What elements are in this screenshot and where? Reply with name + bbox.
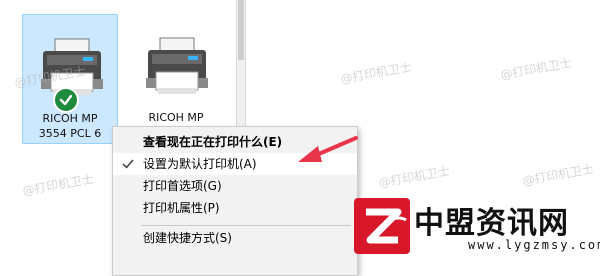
brand-footer: 中盟资讯网 www.lygzmsy.com (352, 196, 600, 260)
printer-icon (146, 37, 208, 94)
printer-name-line1: RICOH MP (42, 112, 98, 125)
printer-name-line1: RICOH MP (148, 111, 204, 124)
menu-item-printer-properties[interactable]: 打印机属性(P) (113, 197, 357, 219)
brand-title: 中盟资讯网 (414, 206, 569, 241)
brand-logo-icon (354, 198, 410, 254)
default-printer-badge (53, 87, 79, 113)
arrow-icon (298, 136, 358, 162)
check-icon (122, 159, 134, 169)
menu-item-printing-preferences[interactable]: 打印首选项(G) (113, 175, 357, 197)
watermark: @打印机卫士 (377, 163, 451, 191)
watermark: @打印机卫士 (521, 161, 595, 189)
watermark: @打印机卫士 (499, 55, 573, 83)
printer-device-ricoh-2[interactable]: RICOH MP (128, 14, 224, 144)
printer-name-line2: 3554 PCL 6 (38, 127, 102, 140)
menu-item-create-shortcut[interactable]: 创建快捷方式(S) (113, 227, 357, 249)
brand-url: www.lygzmsy.com (468, 238, 600, 252)
menu-separator (141, 225, 351, 226)
scrollbar-thumb[interactable] (238, 0, 244, 60)
watermark: @打印机卫士 (339, 59, 413, 87)
default-check-icon (59, 94, 73, 106)
